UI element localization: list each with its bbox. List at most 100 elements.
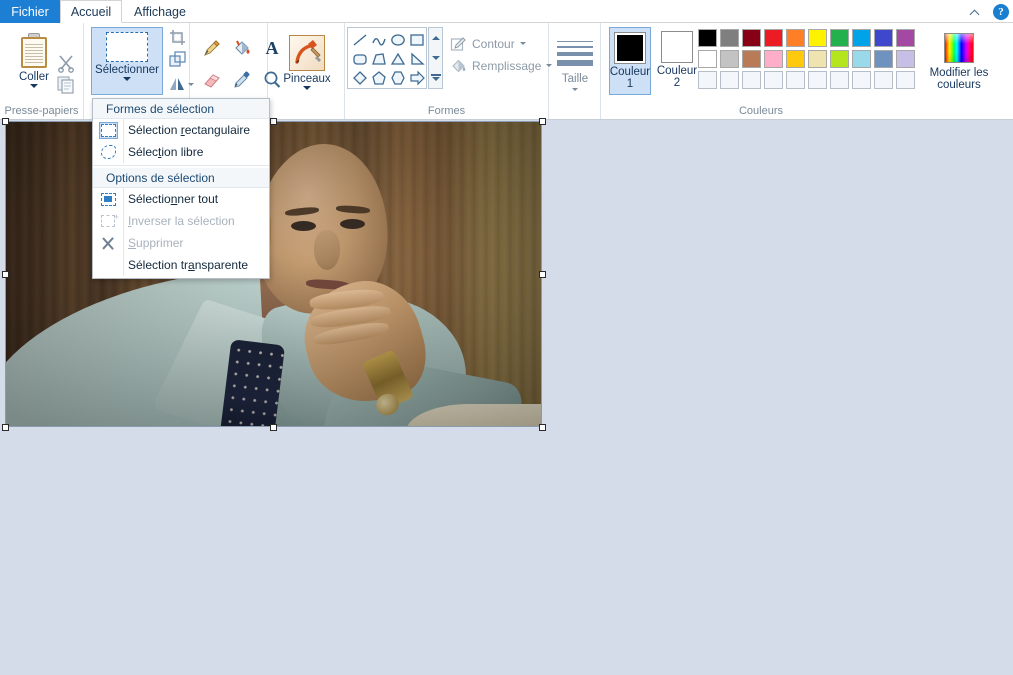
- invert-selection-icon: [93, 212, 123, 227]
- shape-right-triangle[interactable]: [407, 49, 426, 68]
- handle-bottom-left[interactable]: [2, 424, 9, 431]
- tab-fichier[interactable]: Fichier: [0, 0, 60, 23]
- outline-button[interactable]: Contour: [450, 35, 526, 52]
- palette-swatch-empty[interactable]: [830, 71, 849, 89]
- palette-swatch[interactable]: [720, 29, 739, 47]
- shape-line[interactable]: [350, 30, 369, 49]
- pasted-image[interactable]: [6, 122, 541, 426]
- palette-swatch[interactable]: [896, 50, 915, 68]
- shape-oval[interactable]: [388, 30, 407, 49]
- shape-hexagon[interactable]: [388, 68, 407, 87]
- palette-swatch-empty[interactable]: [874, 71, 893, 89]
- shapes-gallery[interactable]: [347, 27, 427, 89]
- fill-button[interactable]: Remplissage: [450, 57, 553, 74]
- palette-swatch[interactable]: [742, 29, 761, 47]
- palette-swatch[interactable]: [786, 29, 805, 47]
- brushes-dropdown-caret[interactable]: [303, 86, 311, 90]
- palette-swatch[interactable]: [830, 50, 849, 68]
- pencil-tool-button[interactable]: [198, 33, 226, 63]
- menu-item-rectangular-selection[interactable]: Sélection rectangulaire: [93, 119, 269, 141]
- palette-swatch-empty[interactable]: [808, 71, 827, 89]
- chevron-up-icon[interactable]: [969, 5, 983, 19]
- shape-triangle[interactable]: [388, 49, 407, 68]
- handle-bottom-right[interactable]: [539, 424, 546, 431]
- handle-middle-left[interactable]: [2, 271, 9, 278]
- menu-item-free-form-selection[interactable]: Sélection libre: [93, 141, 269, 163]
- tab-accueil[interactable]: Accueil: [60, 0, 122, 23]
- paste-button[interactable]: Coller: [10, 29, 58, 88]
- shape-pentagon[interactable]: [369, 68, 388, 87]
- palette-swatch[interactable]: [896, 29, 915, 47]
- select-dropdown-caret[interactable]: [123, 77, 131, 81]
- palette-swatch[interactable]: [830, 29, 849, 47]
- palette-swatch[interactable]: [698, 50, 717, 68]
- palette-swatch[interactable]: [786, 50, 805, 68]
- color1-button[interactable]: Couleur 1: [609, 27, 651, 95]
- shapes-scrollbar[interactable]: [428, 27, 443, 89]
- copy-button[interactable]: [56, 75, 76, 98]
- fill-tool-button[interactable]: [228, 33, 256, 63]
- crop-button[interactable]: [169, 29, 187, 50]
- menu-item-transparent-selection[interactable]: Sélection transparente: [93, 254, 269, 276]
- eraser-tool-button[interactable]: [198, 65, 226, 95]
- menu-item-delete[interactable]: Supprimer: [93, 232, 269, 254]
- shapes-scroll-up-button[interactable]: [429, 28, 442, 48]
- shapes-expand-button[interactable]: [429, 68, 442, 88]
- palette-swatch[interactable]: [698, 29, 717, 47]
- selection-rect-icon: [106, 32, 148, 62]
- shape-curve[interactable]: [369, 30, 388, 49]
- paste-dropdown-caret[interactable]: [30, 84, 38, 88]
- handle-bottom-center[interactable]: [270, 424, 277, 431]
- tab-fichier-label: Fichier: [11, 4, 49, 19]
- palette-swatch-empty[interactable]: [742, 71, 761, 89]
- handle-top-right[interactable]: [539, 118, 546, 125]
- color-palette: [698, 29, 917, 91]
- handle-top-center[interactable]: [270, 118, 277, 125]
- palette-swatch[interactable]: [764, 50, 783, 68]
- size-button[interactable]: Taille: [556, 33, 594, 91]
- free-form-selection-icon: [93, 145, 123, 159]
- color2-button[interactable]: Couleur 2: [656, 27, 698, 95]
- palette-swatch[interactable]: [874, 50, 893, 68]
- brushes-button[interactable]: Pinceaux: [283, 31, 331, 90]
- shape-diamond[interactable]: [350, 68, 369, 87]
- help-icon[interactable]: ?: [993, 3, 1009, 20]
- color-picker-tool-button[interactable]: [228, 65, 256, 95]
- shapes-scroll-down-button[interactable]: [429, 48, 442, 68]
- size-dropdown-caret[interactable]: [572, 88, 578, 91]
- edit-colors-button[interactable]: Modifier les couleurs: [923, 29, 995, 91]
- palette-swatch-empty[interactable]: [764, 71, 783, 89]
- palette-swatch[interactable]: [808, 50, 827, 68]
- palette-swatch[interactable]: [808, 29, 827, 47]
- palette-swatch-empty[interactable]: [698, 71, 717, 89]
- palette-swatch-empty[interactable]: [852, 71, 871, 89]
- scissors-icon: [58, 55, 74, 73]
- resize-icon: [169, 51, 186, 67]
- resize-button[interactable]: [169, 51, 187, 72]
- outline-dropdown-caret[interactable]: [519, 42, 526, 45]
- handle-top-left[interactable]: [2, 118, 9, 125]
- shape-rectangle[interactable]: [407, 30, 426, 49]
- palette-swatch[interactable]: [764, 29, 783, 47]
- menu-item-invert-selection[interactable]: Inverser la sélection: [93, 210, 269, 232]
- paint-bucket-icon: [235, 40, 250, 55]
- menu-item-select-all[interactable]: Sélectionner tout: [93, 188, 269, 210]
- tab-affichage[interactable]: Affichage: [122, 0, 198, 23]
- palette-swatch-empty[interactable]: [786, 71, 805, 89]
- palette-swatch-empty[interactable]: [896, 71, 915, 89]
- clipboard-icon: [19, 33, 49, 69]
- select-dropdown-menu[interactable]: Formes de sélection Sélection rectangula…: [92, 98, 270, 279]
- select-button[interactable]: Sélectionner: [91, 27, 163, 95]
- palette-swatch[interactable]: [874, 29, 893, 47]
- handle-middle-right[interactable]: [539, 271, 546, 278]
- menu-item-delete-label: Supprimer: [128, 236, 184, 250]
- cut-button[interactable]: [56, 53, 76, 76]
- palette-swatch[interactable]: [852, 29, 871, 47]
- palette-swatch[interactable]: [720, 50, 739, 68]
- palette-swatch[interactable]: [742, 50, 761, 68]
- palette-swatch-empty[interactable]: [720, 71, 739, 89]
- shape-right-arrow[interactable]: [407, 68, 426, 87]
- shape-rounded-rectangle[interactable]: [350, 49, 369, 68]
- palette-swatch[interactable]: [852, 50, 871, 68]
- shape-polygon[interactable]: [369, 49, 388, 68]
